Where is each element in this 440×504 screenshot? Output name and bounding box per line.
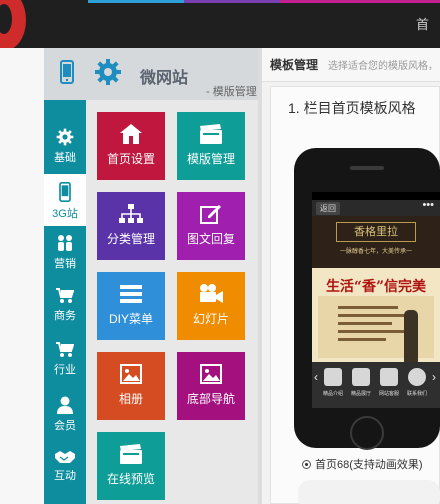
- preview-icon-label: 联系我们: [406, 391, 427, 397]
- sidebar-item-member[interactable]: 会员: [44, 388, 86, 440]
- picture-icon: [200, 364, 222, 384]
- sidebar-item-label: 会员: [54, 420, 76, 432]
- template-section-title: 1. 栏目首页模板风格: [288, 100, 416, 116]
- color-strip: [184, 0, 280, 3]
- user-icon: [57, 396, 73, 414]
- preview-icon-label: 网站客服: [378, 391, 399, 397]
- phone-status-bar: [312, 192, 440, 200]
- tile-news-reply[interactable]: 图文回复: [177, 192, 245, 260]
- panel-divider[interactable]: [258, 48, 262, 504]
- phone-speaker: [350, 166, 384, 170]
- right-panel-description: 选择适合您的模版风格，: [328, 61, 438, 72]
- tile-label: 幻灯片: [192, 312, 229, 326]
- preview-tagline: 一脉醇香七年，大美传承一: [339, 249, 412, 255]
- tile-template-management[interactable]: 模版管理: [177, 112, 245, 180]
- template-preview-phone[interactable]: 返回 ••• 香格里拉 一脉醇香七年，大美传承一 生活“香”信完美 ‹ › 精品…: [294, 148, 440, 450]
- preview-bottle-image: [404, 310, 418, 366]
- tile-online-preview[interactable]: 在线预览: [97, 432, 165, 500]
- tile-album[interactable]: 相册: [97, 352, 165, 420]
- template-option-label: 首页68(支持动画效果): [315, 459, 423, 471]
- menu-icon: [120, 285, 142, 303]
- sidebar-item-industry[interactable]: 行业: [44, 334, 86, 386]
- template-radio[interactable]: [302, 460, 311, 469]
- headset-icon: [380, 368, 398, 386]
- tile-bottom-nav[interactable]: 底部导航: [177, 352, 245, 420]
- sidebar-item-label: 商务: [54, 310, 76, 322]
- page-title: 微网站: [140, 70, 189, 87]
- handshake-icon: [55, 451, 75, 463]
- preview-icon-row: ‹ › 精品介绍 精品展厅 网站客服 联系我们: [312, 362, 440, 408]
- tile-label: 首页设置: [106, 152, 155, 166]
- chevron-left-icon: ‹: [314, 370, 318, 384]
- sidebar: 基础 3G站 营销 商务 行业 会员 互动: [44, 100, 86, 504]
- template-option[interactable]: 首页68(支持动画效果): [302, 456, 423, 472]
- sidebar-item-label: 营销: [54, 258, 76, 270]
- home-icon: [120, 124, 142, 144]
- contact-icon: [408, 368, 426, 386]
- tile-label: 图文回复: [186, 232, 235, 246]
- page-left-gutter: [0, 48, 44, 504]
- preview-brand-logo: 香格里拉: [336, 222, 416, 242]
- sidebar-item-commerce[interactable]: 商务: [44, 280, 86, 332]
- sidebar-item-basic[interactable]: 基础: [44, 120, 86, 172]
- sidebar-item-label: 互动: [54, 470, 76, 482]
- chevron-right-icon: ›: [432, 370, 436, 384]
- template-preview-screen: 返回 ••• 香格里拉 一脉醇香七年，大美传承一 生活“香”信完美 ‹ › 精品…: [312, 192, 440, 408]
- cart-icon: [56, 342, 74, 357]
- preview-back-button: 返回: [316, 202, 340, 215]
- color-strip: [88, 0, 184, 3]
- tile-label: DIY菜单: [108, 312, 153, 326]
- gear-icon: [95, 59, 121, 85]
- tile-home-settings[interactable]: 首页设置: [97, 112, 165, 180]
- page-subtitle: - 模版管理: [206, 86, 257, 98]
- right-panel-header: 模板管理 选择适合您的模版风格，: [262, 48, 440, 82]
- tile-label: 分类管理: [106, 232, 155, 246]
- sidebar-item-3g[interactable]: 3G站: [44, 174, 86, 226]
- panel-header: 微网站 - 模版管理: [44, 48, 258, 100]
- brand-logo[interactable]: [0, 0, 26, 50]
- tile-label: 在线预览: [106, 472, 155, 486]
- right-panel-title: 模板管理: [270, 58, 319, 72]
- preview-icon-label: 精品展厅: [350, 391, 371, 397]
- preview-app-bar: 返回 •••: [312, 199, 440, 216]
- sidebar-item-marketing[interactable]: 营销: [44, 226, 86, 278]
- tile-diy-menu[interactable]: DIY菜单: [97, 272, 165, 340]
- sidebar-item-interaction[interactable]: 互动: [44, 442, 86, 494]
- top-bar: 首: [0, 0, 440, 50]
- tile-slideshow[interactable]: 幻灯片: [177, 272, 245, 340]
- tile-category-management[interactable]: 分类管理: [97, 192, 165, 260]
- preview-more-icon: •••: [422, 199, 434, 211]
- tile-label: 相册: [118, 392, 143, 406]
- picture-icon: [352, 368, 370, 386]
- phone-icon: [59, 182, 71, 202]
- tile-label: 底部导航: [186, 392, 235, 406]
- sitemap-icon: [119, 204, 143, 223]
- film-icon: [120, 444, 142, 464]
- phone-home-button: [350, 416, 384, 450]
- film-icon: [200, 124, 222, 144]
- gear-icon: [56, 128, 74, 146]
- color-strip: [280, 0, 440, 3]
- building-icon: [324, 368, 342, 386]
- top-nav-item-home[interactable]: 首: [416, 14, 429, 33]
- next-template-card[interactable]: [298, 480, 440, 504]
- preview-icon-label: 精品介绍: [322, 391, 343, 397]
- preview-slogan: 生活“香”信完美: [325, 279, 427, 295]
- phone-icon: [60, 60, 74, 84]
- users-icon: [58, 235, 72, 251]
- tile-label: 模版管理: [186, 152, 235, 166]
- cart-icon: [56, 288, 74, 303]
- sidebar-item-label: 基础: [54, 152, 76, 164]
- video-camera-icon: [200, 284, 223, 303]
- picture-icon: [120, 364, 142, 384]
- sidebar-item-label: 行业: [54, 364, 76, 376]
- sidebar-item-label: 3G站: [52, 208, 78, 220]
- edit-icon: [200, 205, 221, 224]
